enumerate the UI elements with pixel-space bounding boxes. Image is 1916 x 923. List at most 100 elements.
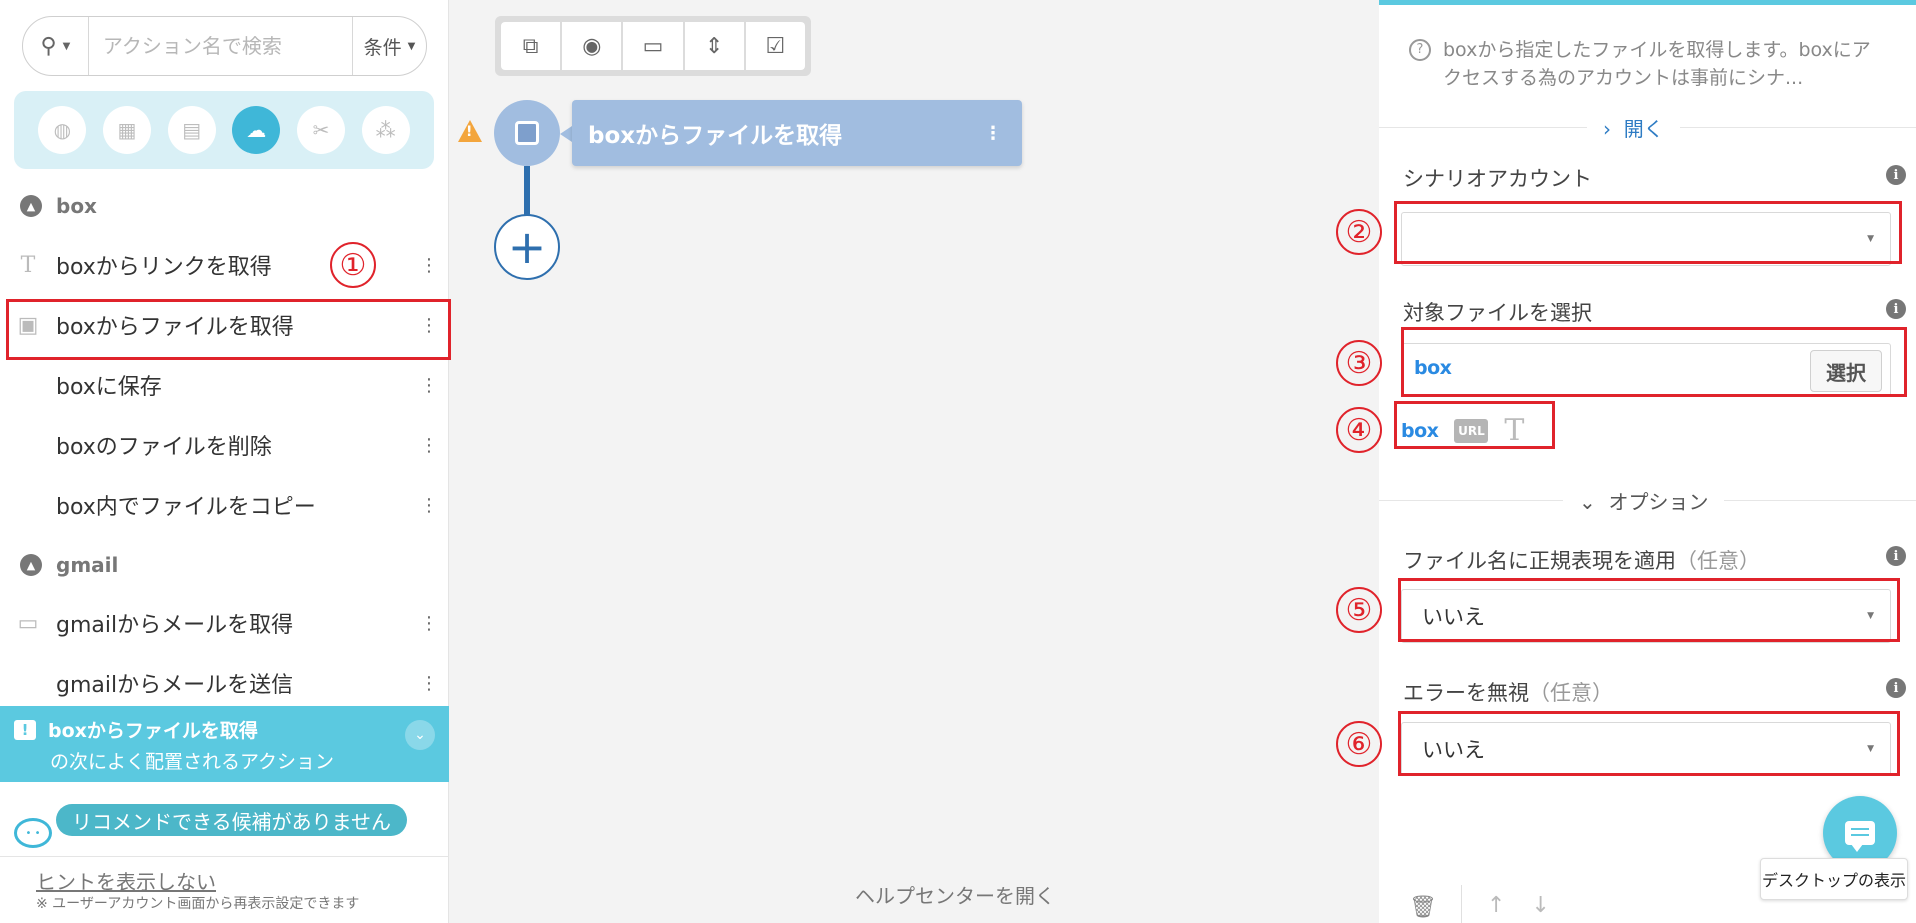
action-item-label: boxのファイルを削除: [56, 435, 272, 460]
annotation-number-2: ②: [1336, 209, 1382, 255]
category-web[interactable]: ◍: [38, 106, 87, 154]
recommend-panel: ! boxからファイルを取得 の次によく配置されるアクション ⌄: [0, 706, 449, 782]
arrow-up-icon[interactable]: ↑: [1487, 893, 1531, 918]
more-vertical-icon[interactable]: ⋮: [409, 495, 449, 516]
annotation-number-6: ⑥: [1336, 721, 1382, 767]
chevron-right-icon: ›: [1603, 117, 1611, 141]
optional-tag: （任意）: [1529, 681, 1613, 705]
group-header-box[interactable]: ▲ box: [20, 191, 97, 221]
node-label: boxからファイルを取得: [588, 123, 843, 149]
action-item-box-get-link[interactable]: T boxからリンクを取得 ⋮: [0, 236, 449, 294]
more-vertical-icon[interactable]: ⋮: [984, 123, 1002, 144]
more-vertical-icon[interactable]: ⋮: [409, 255, 449, 276]
hint-note: ※ ユーザーアカウント画面から再表示設定できます: [36, 896, 360, 912]
mail-list-icon: ▭: [17, 610, 39, 636]
more-vertical-icon[interactable]: ⋮: [409, 613, 449, 634]
category-document[interactable]: ▤: [167, 106, 216, 154]
node-connector: [524, 166, 530, 218]
more-vertical-icon[interactable]: ⋮: [409, 375, 449, 396]
action-item-box-delete[interactable]: boxのファイルを削除 ⋮: [0, 416, 449, 474]
chat-icon: [1845, 821, 1875, 852]
recommend-empty-message: リコメンドできる候補がありません: [56, 804, 407, 836]
collapse-icon: ⇕: [704, 33, 724, 59]
chevron-down-icon[interactable]: ⌄: [405, 720, 435, 750]
action-sidebar: ⚲ ▼ 条件 ▼ ◍ ▦ ▤ ☁ ✂ ⁂ ▲ box T boxからリンクを取得…: [0, 0, 451, 923]
action-item-gmail-send[interactable]: gmailからメールを送信 ⋮: [0, 654, 449, 712]
cloud-icon: ☁: [246, 118, 267, 142]
move-arrows: ↑↓: [1487, 893, 1576, 918]
document-icon: ▤: [182, 118, 202, 142]
annotation-box-6: [1398, 711, 1900, 776]
plus-icon: +: [507, 220, 547, 274]
property-panel: ? boxから指定したファイルを取得します。boxにアクセスする為のアカウントは…: [1379, 0, 1916, 923]
search-input[interactable]: [88, 17, 352, 75]
warning-icon-mark: !: [466, 124, 473, 140]
info-icon[interactable]: i: [1886, 546, 1906, 566]
eye-off-icon: ◉: [582, 33, 602, 59]
delete-checked-icon: ☑: [765, 33, 786, 59]
robot-icon: • •: [14, 818, 52, 848]
search-bar: ⚲ ▼ 条件 ▼: [22, 16, 427, 76]
info-icon[interactable]: i: [1886, 678, 1906, 698]
annotation-number-1: ①: [330, 242, 376, 288]
more-vertical-icon[interactable]: ⋮: [409, 435, 449, 456]
caret-down-icon: ▼: [407, 40, 416, 52]
search-icon: ⚲: [40, 33, 57, 59]
divider: [1461, 885, 1462, 923]
open-description-toggle[interactable]: › 開く: [1587, 113, 1680, 142]
add-node-button[interactable]: +: [494, 214, 560, 280]
caret-down-icon: ▼: [62, 40, 71, 52]
category-tools[interactable]: ✂: [296, 106, 345, 154]
copy-icon: ⧉: [522, 33, 539, 59]
group-name: gmail: [56, 553, 119, 577]
globe-icon: ◍: [53, 118, 72, 142]
action-node[interactable]: boxからファイルを取得 ⋮: [572, 100, 1022, 166]
text-icon: T: [20, 252, 36, 278]
help-circle-icon: ?: [1409, 39, 1431, 61]
alert-icon: !: [14, 719, 36, 740]
action-item-gmail-get[interactable]: ▭ gmailからメールを取得 ⋮: [0, 594, 449, 652]
description-text: boxから指定したファイルを取得します。boxにアクセスする為のアカウントは事前…: [1443, 39, 1871, 89]
chevron-up-icon: ▲: [20, 554, 42, 576]
node-icon[interactable]: [494, 100, 560, 166]
comment-button[interactable]: ▭: [623, 22, 683, 70]
desktop-tooltip: デスクトップの表示: [1760, 858, 1908, 900]
info-icon[interactable]: i: [1886, 165, 1906, 185]
search-type-dropdown[interactable]: ⚲ ▼: [23, 17, 89, 75]
hide-hint-link[interactable]: ヒントを表示しない: [36, 866, 216, 895]
action-item-label: gmailからメールを取得: [56, 613, 294, 638]
recommend-title: boxからファイルを取得: [48, 720, 258, 742]
regex-label-text: ファイル名に正規表現を適用: [1403, 549, 1676, 573]
regex-label: ファイル名に正規表現を適用（任意）: [1403, 545, 1760, 575]
annotation-box-3: [1401, 327, 1907, 397]
category-cloud[interactable]: ☁: [232, 106, 281, 154]
copy-button[interactable]: ⧉: [501, 22, 561, 70]
arrow-down-icon[interactable]: ↓: [1531, 893, 1575, 918]
group-header-gmail[interactable]: ▲ gmail: [20, 550, 118, 580]
help-center-link[interactable]: ヘルプセンターを開く: [855, 880, 1055, 909]
comment-icon: ▭: [642, 33, 664, 59]
condition-dropdown[interactable]: 条件 ▼: [351, 17, 426, 75]
options-toggle[interactable]: ⌄ オプション: [1563, 486, 1725, 515]
scenario-account-label: シナリオアカウント: [1403, 167, 1592, 191]
action-item-label: gmailからメールを送信: [56, 673, 294, 698]
chevron-up-icon: ▲: [20, 195, 42, 217]
hide-button[interactable]: ◉: [562, 22, 622, 70]
action-item-box-copy[interactable]: box内でファイルをコピー ⋮: [0, 476, 449, 534]
delete-checked-button[interactable]: ☑: [745, 22, 806, 70]
open-label: 開く: [1623, 117, 1664, 141]
category-excel[interactable]: ▦: [102, 106, 151, 154]
info-icon[interactable]: i: [1886, 299, 1906, 319]
action-description: ? boxから指定したファイルを取得します。boxにアクセスする為のアカウントは…: [1409, 37, 1879, 92]
annotation-box-4: [1394, 401, 1555, 449]
canvas-toolbar: ⧉ ◉ ▭ ⇕ ☑: [495, 16, 811, 76]
options-label: オプション: [1608, 490, 1709, 514]
action-item-box-save[interactable]: boxに保存 ⋮: [0, 356, 449, 414]
more-vertical-icon[interactable]: ⋮: [409, 673, 449, 694]
annotation-number-5: ⑤: [1336, 587, 1382, 633]
node-pointer: [560, 126, 572, 142]
excel-icon: ▦: [117, 118, 137, 142]
collapse-button[interactable]: ⇕: [684, 22, 744, 70]
trash-icon[interactable]: 🗑: [1409, 895, 1437, 920]
category-blocks[interactable]: ⁂: [361, 106, 410, 154]
